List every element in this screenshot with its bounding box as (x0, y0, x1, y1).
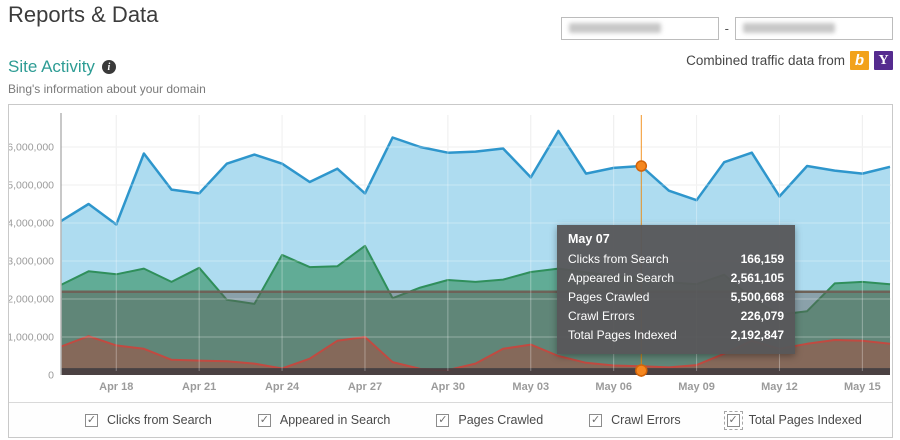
legend-label: Crawl Errors (611, 413, 680, 427)
x-axis-label: May 03 (512, 381, 549, 393)
legend-label: Appeared in Search (280, 413, 391, 427)
x-axis-label: May 15 (844, 381, 881, 393)
tooltip-label: Crawl Errors (568, 307, 635, 326)
tooltip-label: Appeared in Search (568, 269, 674, 288)
x-axis-label: Apr 18 (99, 381, 133, 393)
date-range-end-input[interactable] (735, 17, 893, 40)
traffic-sources: Combined traffic data from b Y (686, 51, 893, 70)
y-axis-label: 4,000,000 (9, 218, 54, 230)
section-header: Site Activity i (8, 57, 116, 77)
tooltip-row: Appeared in Search 2,561,105 (568, 269, 784, 288)
section-subtitle: Bing's information about your domain (8, 82, 206, 96)
tooltip-value: 2,192,847 (731, 326, 784, 345)
tooltip-label: Pages Crawled (568, 288, 649, 307)
checkbox-checked-icon[interactable]: ✓ (436, 414, 449, 427)
y-axis-label: 2,000,000 (9, 294, 54, 306)
tooltip-value: 2,561,105 (731, 269, 784, 288)
legend-label: Clicks from Search (107, 413, 212, 427)
y-axis-label: 3,000,000 (9, 256, 54, 268)
hover-dot-bottom (636, 365, 647, 376)
bing-icon: b (850, 51, 869, 70)
checkbox-checked-icon[interactable]: ✓ (258, 414, 271, 427)
tooltip-row: Crawl Errors 226,079 (568, 307, 784, 326)
traffic-sources-label: Combined traffic data from (686, 53, 845, 68)
tooltip-row: Clicks from Search 166,159 (568, 250, 784, 269)
checkbox-checked-icon[interactable]: ✓ (85, 414, 98, 427)
x-axis-label: Apr 21 (182, 381, 216, 393)
chart-area[interactable]: 0 1,000,000 2,000,000 3,000,000 4,000,000 5,0… (9, 105, 892, 401)
y-axis-label: 6,000,000 (9, 142, 54, 154)
page-title: Reports & Data (8, 2, 158, 28)
tooltip-title: May 07 (568, 232, 784, 246)
y-axis-label: 0 (48, 370, 54, 382)
y-axis-label: 5,000,000 (9, 180, 54, 192)
hover-dot-top (636, 161, 646, 171)
checkbox-checked-icon[interactable]: ✓ (727, 414, 740, 427)
tooltip-label: Total Pages Indexed (568, 326, 677, 345)
chart-legend: ✓ Clicks from Search ✓ Appeared in Searc… (9, 402, 892, 437)
date-range-end-blurred-value (743, 23, 835, 33)
tooltip-value: 5,500,668 (731, 288, 784, 307)
legend-item-appeared-in-search[interactable]: ✓ Appeared in Search (258, 413, 391, 427)
x-axis-label: May 12 (761, 381, 798, 393)
chart-tooltip: May 07 Clicks from Search 166,159 Appear… (557, 225, 795, 354)
date-range-start-input[interactable] (561, 17, 719, 40)
legend-label: Pages Crawled (458, 413, 543, 427)
tooltip-row: Total Pages Indexed 2,192,847 (568, 326, 784, 345)
legend-item-total-pages-indexed[interactable]: ✓ Total Pages Indexed (727, 413, 862, 427)
tooltip-value: 166,159 (741, 250, 784, 269)
reports-and-data-page: Reports & Data - Site Activity i Bing's … (0, 0, 900, 440)
x-axis-label: Apr 24 (265, 381, 300, 393)
checkbox-checked-icon[interactable]: ✓ (589, 414, 602, 427)
series-area-clicks-from-search (61, 369, 890, 375)
legend-item-crawl-errors[interactable]: ✓ Crawl Errors (589, 413, 680, 427)
legend-item-pages-crawled[interactable]: ✓ Pages Crawled (436, 413, 543, 427)
date-range-picker: - (561, 17, 893, 40)
x-axis-label: May 09 (678, 381, 715, 393)
legend-item-clicks-from-search[interactable]: ✓ Clicks from Search (85, 413, 212, 427)
yahoo-icon: Y (874, 51, 893, 70)
x-axis-label: Apr 30 (431, 381, 465, 393)
date-range-separator: - (725, 21, 729, 36)
chart-card: 0 1,000,000 2,000,000 3,000,000 4,000,000 5,0… (8, 104, 893, 438)
section-title: Site Activity (8, 57, 95, 77)
info-icon[interactable]: i (102, 60, 116, 74)
y-axis-label: 1,000,000 (9, 332, 54, 344)
tooltip-label: Clicks from Search (568, 250, 669, 269)
tooltip-row: Pages Crawled 5,500,668 (568, 288, 784, 307)
x-axis-label: May 06 (595, 381, 632, 393)
tooltip-value: 226,079 (741, 307, 784, 326)
legend-label: Total Pages Indexed (749, 413, 862, 427)
date-range-start-blurred-value (569, 23, 661, 33)
x-axis-label: Apr 27 (348, 381, 382, 393)
